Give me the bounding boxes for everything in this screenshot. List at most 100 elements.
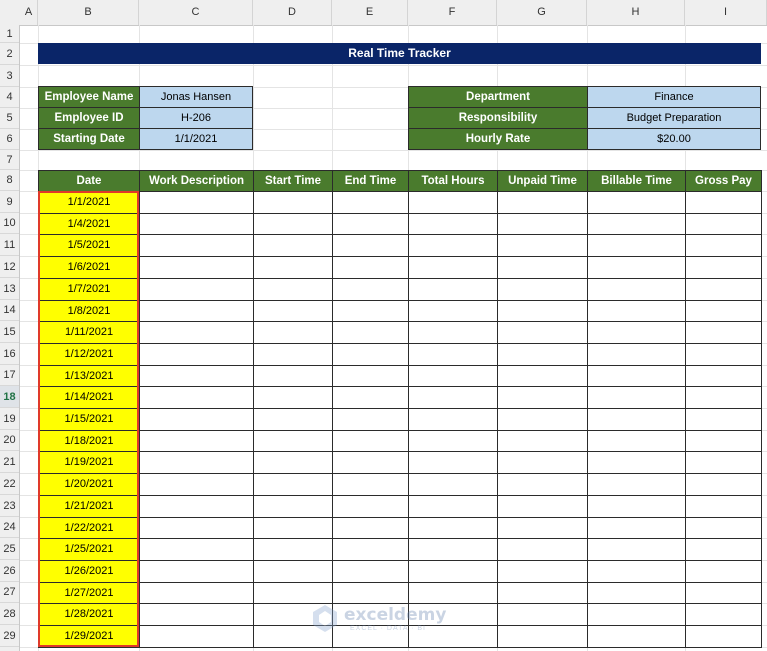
table-cell-start-time[interactable]	[253, 582, 333, 604]
row-header-17[interactable]: 17	[0, 365, 19, 386]
table-cell-billable-time[interactable]	[587, 603, 686, 626]
table-cell-work-description[interactable]	[139, 365, 254, 387]
date-cell[interactable]: 1/5/2021	[38, 234, 140, 257]
table-cell-gross-pay[interactable]	[685, 495, 762, 518]
table-cell-work-description[interactable]	[139, 495, 254, 518]
column-header-b[interactable]: B	[38, 0, 139, 25]
table-cell-unpaid-time[interactable]	[497, 278, 588, 301]
table-cell-work-description[interactable]	[139, 603, 254, 626]
table-cell-gross-pay[interactable]	[685, 343, 762, 366]
table-cell-end-time[interactable]	[332, 538, 409, 561]
date-cell[interactable]: 1/7/2021	[38, 278, 140, 301]
table-cell-unpaid-time[interactable]	[497, 582, 588, 604]
table-cell-total-hours[interactable]	[408, 321, 498, 344]
table-cell-end-time[interactable]	[332, 213, 409, 235]
row-header-26[interactable]: 26	[0, 560, 19, 582]
table-cell-work-description[interactable]	[139, 560, 254, 583]
table-cell-gross-pay[interactable]	[685, 278, 762, 301]
table-cell-unpaid-time[interactable]	[497, 321, 588, 344]
date-cell[interactable]: 1/8/2021	[38, 300, 140, 322]
table-cell-work-description[interactable]	[139, 321, 254, 344]
table-cell-unpaid-time[interactable]	[497, 495, 588, 518]
table-cell-start-time[interactable]	[253, 234, 333, 257]
job-info-value[interactable]: Budget Preparation	[587, 107, 761, 129]
table-cell-gross-pay[interactable]	[685, 517, 762, 539]
table-cell-unpaid-time[interactable]	[497, 560, 588, 583]
table-cell-start-time[interactable]	[253, 517, 333, 539]
table-cell-gross-pay[interactable]	[685, 300, 762, 322]
row-header-7[interactable]: 7	[0, 150, 19, 170]
table-cell-billable-time[interactable]	[587, 408, 686, 431]
table-cell-billable-time[interactable]	[587, 213, 686, 235]
row-header-16[interactable]: 16	[0, 343, 19, 365]
employee-info-value[interactable]: 1/1/2021	[139, 128, 253, 150]
table-cell-billable-time[interactable]	[587, 278, 686, 301]
row-header-5[interactable]: 5	[0, 108, 19, 129]
sheet-title[interactable]: Real Time Tracker	[38, 43, 761, 64]
row-header-27[interactable]: 27	[0, 582, 19, 603]
table-cell-unpaid-time[interactable]	[497, 213, 588, 235]
table-cell-billable-time[interactable]	[587, 343, 686, 366]
date-cell[interactable]: 1/4/2021	[38, 213, 140, 235]
date-cell[interactable]: 1/15/2021	[38, 408, 140, 431]
table-cell-gross-pay[interactable]	[685, 451, 762, 474]
row-header-19[interactable]: 19	[0, 408, 19, 430]
row-header-20[interactable]: 20	[0, 430, 19, 451]
date-cell[interactable]: 1/19/2021	[38, 451, 140, 474]
table-cell-work-description[interactable]	[139, 278, 254, 301]
table-cell-start-time[interactable]	[253, 300, 333, 322]
table-cell-end-time[interactable]	[332, 430, 409, 452]
table-cell-unpaid-time[interactable]	[497, 300, 588, 322]
table-cell-end-time[interactable]	[332, 451, 409, 474]
table-cell-work-description[interactable]	[139, 430, 254, 452]
table-cell-end-time[interactable]	[332, 517, 409, 539]
table-cell-unpaid-time[interactable]	[497, 256, 588, 279]
row-header-6[interactable]: 6	[0, 129, 19, 150]
table-cell-end-time[interactable]	[332, 495, 409, 518]
table-cell-work-description[interactable]	[139, 473, 254, 496]
table-cell-gross-pay[interactable]	[685, 430, 762, 452]
table-cell-start-time[interactable]	[253, 386, 333, 409]
table-cell-start-time[interactable]	[253, 560, 333, 583]
date-cell[interactable]: 1/28/2021	[38, 603, 140, 626]
row-header-13[interactable]: 13	[0, 278, 19, 300]
table-cell-work-description[interactable]	[139, 300, 254, 322]
row-header-15[interactable]: 15	[0, 321, 19, 343]
table-cell-end-time[interactable]	[332, 256, 409, 279]
table-cell-billable-time[interactable]	[587, 625, 686, 648]
job-info-value[interactable]: $20.00	[587, 128, 761, 150]
table-cell-end-time[interactable]	[332, 386, 409, 409]
table-cell-total-hours[interactable]	[408, 538, 498, 561]
column-header-i[interactable]: I	[685, 0, 767, 25]
table-cell-start-time[interactable]	[253, 256, 333, 279]
table-cell-end-time[interactable]	[332, 473, 409, 496]
row-header-14[interactable]: 14	[0, 300, 19, 321]
table-cell-unpaid-time[interactable]	[497, 603, 588, 626]
row-header-3[interactable]: 3	[0, 65, 19, 87]
column-header-g[interactable]: G	[497, 0, 587, 25]
table-cell-start-time[interactable]	[253, 430, 333, 452]
table-cell-billable-time[interactable]	[587, 473, 686, 496]
table-cell-end-time[interactable]	[332, 365, 409, 387]
table-cell-start-time[interactable]	[253, 408, 333, 431]
table-cell-start-time[interactable]	[253, 191, 333, 214]
column-header-f[interactable]: F	[408, 0, 497, 25]
table-cell-billable-time[interactable]	[587, 560, 686, 583]
table-cell-end-time[interactable]	[332, 234, 409, 257]
table-cell-start-time[interactable]	[253, 495, 333, 518]
job-info-value[interactable]: Finance	[587, 86, 761, 108]
date-cell[interactable]: 1/18/2021	[38, 430, 140, 452]
table-cell-billable-time[interactable]	[587, 451, 686, 474]
table-cell-gross-pay[interactable]	[685, 213, 762, 235]
table-cell-billable-time[interactable]	[587, 191, 686, 214]
table-cell-unpaid-time[interactable]	[497, 343, 588, 366]
table-cell-gross-pay[interactable]	[685, 560, 762, 583]
table-cell-end-time[interactable]	[332, 560, 409, 583]
table-cell-billable-time[interactable]	[587, 321, 686, 344]
table-header-end-time[interactable]: End Time	[332, 170, 409, 192]
table-cell-gross-pay[interactable]	[685, 582, 762, 604]
column-header-h[interactable]: H	[587, 0, 685, 25]
row-header-28[interactable]: 28	[0, 603, 19, 625]
table-cell-total-hours[interactable]	[408, 386, 498, 409]
table-cell-billable-time[interactable]	[587, 538, 686, 561]
